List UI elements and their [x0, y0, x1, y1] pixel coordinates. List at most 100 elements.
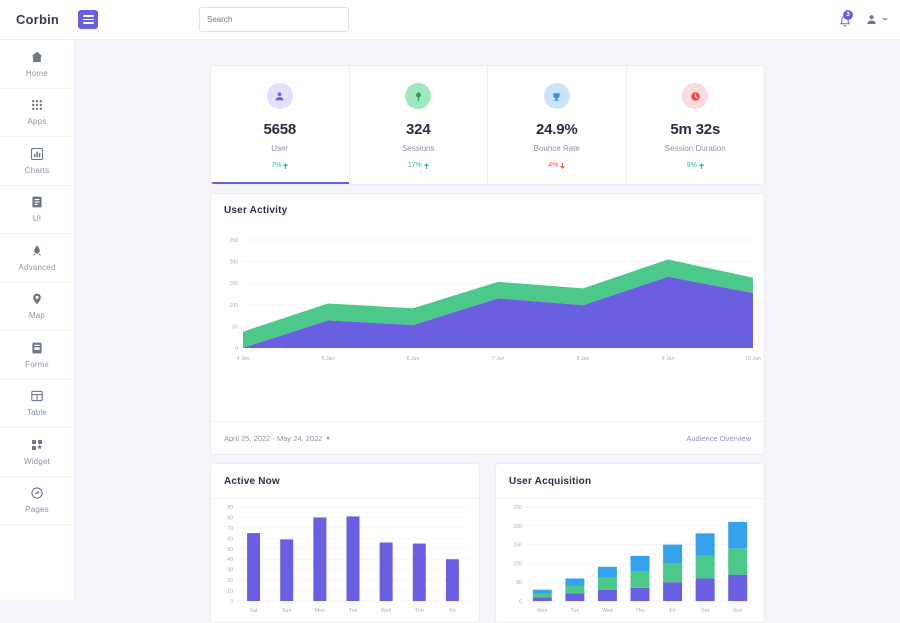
kpi-card-user[interactable]: 5658 User 7%: [211, 66, 350, 184]
svg-text:200: 200: [513, 524, 522, 530]
svg-text:Tue: Tue: [570, 608, 579, 614]
svg-text:50: 50: [516, 580, 522, 586]
sidebar-item-label: UI: [33, 214, 41, 223]
activity-icon: [405, 83, 431, 109]
active-now-chart: 0102030405060708090SatSunMonTueWedThuFri: [211, 501, 481, 623]
sidebar-item-pages[interactable]: Pages: [0, 477, 74, 526]
kpi-label: Sessions: [402, 144, 434, 153]
svg-text:7 Jan: 7 Jan: [492, 356, 505, 362]
kpi-card-bounce-rate[interactable]: 24.9% Bounce Rate 4%: [488, 66, 627, 184]
user-menu-button[interactable]: [865, 13, 888, 26]
kpi-delta: 4%: [548, 162, 565, 169]
notification-badge: 3: [843, 10, 853, 20]
svg-text:8 Jan: 8 Jan: [577, 356, 590, 362]
svg-text:40: 40: [227, 557, 233, 563]
arrow-up-icon: [699, 163, 704, 169]
search-input[interactable]: [199, 7, 349, 32]
sidebar-item-label: Widget: [24, 457, 50, 466]
svg-text:Sun: Sun: [733, 608, 742, 614]
sidebar-item-label: Advanced: [18, 263, 55, 272]
arrow-up-icon: [424, 163, 429, 169]
svg-text:250: 250: [513, 505, 522, 511]
svg-text:Wed: Wed: [602, 608, 613, 614]
hamburger-icon[interactable]: [78, 10, 98, 29]
audience-overview-link[interactable]: Audience Overview: [686, 434, 751, 443]
svg-text:250: 250: [229, 238, 238, 244]
svg-text:100: 100: [229, 303, 238, 309]
chevron-down-icon: [326, 437, 330, 440]
sidebar-item-forms[interactable]: Forms: [0, 331, 74, 380]
sidebar-item-label: Map: [29, 311, 45, 320]
kpi-value: 24.9%: [536, 121, 578, 138]
kpi-value: 324: [406, 121, 430, 138]
kpi-delta-value: 7%: [271, 162, 281, 169]
sidebar-item-charts[interactable]: Charts: [0, 137, 74, 186]
clock-icon: [682, 83, 708, 109]
grid-icon: [30, 98, 44, 112]
kpi-delta: 7%: [271, 162, 288, 169]
kpi-card-session-duration[interactable]: 5m 32s Session Duration 9%: [627, 66, 765, 184]
home-icon: [30, 50, 44, 64]
svg-text:10 Jan: 10 Jan: [745, 356, 761, 362]
date-range-label: April 25, 2022 - May 24, 2022: [224, 434, 322, 443]
svg-text:Mon: Mon: [537, 608, 547, 614]
sidebar-item-label: Table: [27, 408, 47, 417]
sidebar-item-label: Pages: [25, 505, 49, 514]
date-range-picker[interactable]: April 25, 2022 - May 24, 2022: [224, 434, 330, 443]
app-header: Corbin 3: [0, 0, 900, 40]
widget-icon: [30, 438, 44, 452]
svg-text:Thu: Thu: [415, 608, 424, 614]
bar-chart-icon: [30, 147, 44, 161]
svg-text:0: 0: [235, 346, 238, 352]
kpi-card-row: 5658 User 7% 324 Sessions 17%: [210, 65, 765, 185]
svg-text:150: 150: [513, 543, 522, 549]
card-title: User Acquisition: [509, 476, 764, 487]
user-acquisition-chart: 050100150200250MonTueWedThuFriSatSun: [496, 501, 766, 623]
header-actions: 3: [838, 11, 888, 29]
svg-text:70: 70: [227, 526, 233, 532]
arrow-down-icon: [560, 163, 565, 169]
svg-text:100: 100: [513, 561, 522, 567]
svg-text:150: 150: [229, 281, 238, 287]
sidebar-item-widget[interactable]: Widget: [0, 428, 74, 477]
sidebar-item-label: Charts: [25, 166, 50, 175]
kpi-label: Bounce Rate: [534, 144, 580, 153]
sidebar-item-ui[interactable]: UI: [0, 186, 74, 235]
sidebar-item-table[interactable]: Table: [0, 380, 74, 429]
sidebar-nav: Home Apps Charts UI: [0, 40, 75, 600]
svg-text:9 Jan: 9 Jan: [662, 356, 675, 362]
rocket-icon: [30, 244, 44, 258]
sidebar-item-map[interactable]: Map: [0, 283, 74, 332]
kpi-card-sessions[interactable]: 324 Sessions 17%: [350, 66, 489, 184]
svg-text:60: 60: [227, 536, 233, 542]
kpi-value: 5658: [263, 121, 296, 138]
svg-text:30: 30: [227, 568, 233, 574]
svg-text:5 Jan: 5 Jan: [322, 356, 335, 362]
chevron-down-icon: [882, 18, 888, 21]
search-container: [199, 7, 349, 32]
card-title: Active Now: [224, 476, 479, 487]
table-icon: [30, 389, 44, 403]
svg-text:50: 50: [227, 547, 233, 553]
notifications-button[interactable]: 3: [838, 11, 852, 29]
svg-text:Thu: Thu: [636, 608, 645, 614]
sidebar-item-label: Home: [26, 69, 48, 78]
kpi-delta: 9%: [687, 162, 704, 169]
users-icon: [267, 83, 293, 109]
form-icon: [30, 341, 44, 355]
map-pin-icon: [30, 292, 44, 306]
sidebar-item-apps[interactable]: Apps: [0, 89, 74, 138]
active-now-header: Active Now: [211, 464, 479, 499]
svg-text:4 Jan: 4 Jan: [237, 356, 250, 362]
sidebar-item-label: Apps: [27, 117, 46, 126]
kpi-value: 5m 32s: [670, 121, 720, 138]
active-now-card: Active Now 0102030405060708090SatSunMonT…: [210, 463, 480, 623]
svg-text:200: 200: [229, 260, 238, 266]
user-icon: [865, 13, 878, 26]
sidebar-item-advanced[interactable]: Advanced: [0, 234, 74, 283]
svg-text:Wed: Wed: [381, 608, 392, 614]
sidebar-item-home[interactable]: Home: [0, 40, 74, 89]
svg-text:10: 10: [227, 589, 233, 595]
svg-text:Sat: Sat: [250, 608, 258, 614]
svg-text:50: 50: [232, 324, 238, 330]
